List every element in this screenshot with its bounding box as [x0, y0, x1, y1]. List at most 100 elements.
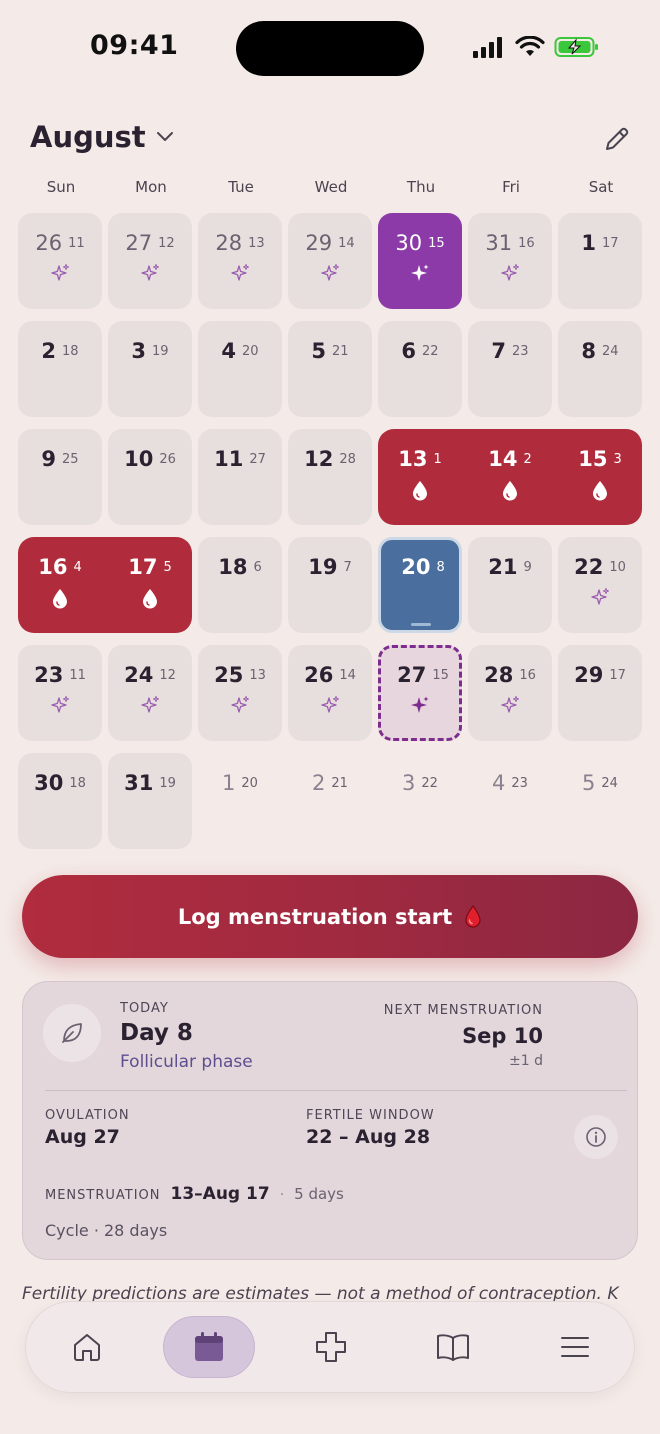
calendar-day[interactable]: 5 24 — [558, 753, 642, 849]
calendar-day[interactable]: 16 4 — [18, 537, 102, 633]
calendar-day[interactable]: 23 11 — [18, 645, 102, 741]
calendar-day[interactable]: 26 14 — [288, 645, 372, 741]
calendar-day[interactable]: 13 1 — [378, 429, 462, 525]
calendar-day[interactable]: 28 16 — [468, 645, 552, 741]
info-button[interactable] — [574, 1115, 618, 1159]
sparkle-icon — [411, 264, 429, 281]
calendar-day[interactable]: 22 10 — [558, 537, 642, 633]
cycle-day-number: 6 — [253, 560, 262, 575]
day-number-group: 19 7 — [288, 555, 372, 579]
calendar-day[interactable]: 3 19 — [108, 321, 192, 417]
day-number: 26 — [35, 231, 63, 255]
day-number-group: 26 14 — [288, 663, 372, 687]
calendar-day[interactable]: 9 25 — [18, 429, 102, 525]
calendar-day[interactable]: 25 13 — [198, 645, 282, 741]
calendar-day[interactable]: 12 28 — [288, 429, 372, 525]
cycle-day-number: 12 — [158, 236, 175, 251]
calendar-day[interactable]: 31 16 — [468, 213, 552, 309]
day-number: 1 — [581, 231, 597, 255]
calendar-day[interactable]: 29 17 — [558, 645, 642, 741]
cycle-day-number: 17 — [609, 668, 626, 683]
tab-home[interactable] — [41, 1316, 133, 1378]
calendar-day[interactable]: 15 3 — [558, 429, 642, 525]
calendar-day[interactable]: 11 27 — [198, 429, 282, 525]
sparkle-icon — [411, 696, 429, 713]
calendar-day[interactable]: 2 21 — [288, 753, 372, 849]
day-number: 2 — [41, 339, 57, 363]
tab-calendar[interactable] — [163, 1316, 255, 1378]
weekday-label: Tue — [228, 178, 254, 196]
day-number-group: 1 20 — [198, 771, 282, 795]
cycle-day-number: 11 — [69, 668, 86, 683]
calendar-day[interactable]: 1 17 — [558, 213, 642, 309]
calendar-day[interactable]: 31 19 — [108, 753, 192, 849]
today-label: TODAY — [120, 1001, 169, 1016]
calendar-day[interactable]: 4 20 — [198, 321, 282, 417]
sparkle-icon — [231, 696, 249, 713]
day-number-group: 9 25 — [18, 447, 102, 471]
calendar-day[interactable]: 4 23 — [468, 753, 552, 849]
leaf-icon — [62, 1023, 82, 1043]
tab-bar — [25, 1301, 635, 1393]
drop-icon — [53, 589, 67, 609]
cycle-day-number: 15 — [432, 668, 449, 683]
day-number: 21 — [488, 555, 518, 579]
day-number-group: 22 10 — [558, 555, 642, 579]
calendar-day[interactable]: 18 6 — [198, 537, 282, 633]
calendar-day[interactable]: 7 23 — [468, 321, 552, 417]
today-indicator — [411, 623, 431, 626]
cycle-day-number: 7 — [343, 560, 352, 575]
cycle-day-number: 3 — [613, 452, 622, 467]
calendar-day[interactable]: 28 13 — [198, 213, 282, 309]
day-number: 12 — [304, 447, 334, 471]
calendar-day[interactable]: 30 15 — [378, 213, 462, 309]
cycle-day-number: 22 — [421, 776, 438, 791]
drop-icon — [503, 481, 517, 501]
day-number-group: 21 9 — [468, 555, 552, 579]
tab-menu[interactable] — [529, 1316, 621, 1378]
calendar-day[interactable]: 27 15 — [378, 645, 462, 741]
log-menstruation-button[interactable]: Log menstruation start — [22, 875, 638, 958]
calendar-day[interactable]: 29 14 — [288, 213, 372, 309]
day-number-group: 25 13 — [198, 663, 282, 687]
month-selector[interactable]: August — [30, 120, 174, 154]
day-number-group: 13 1 — [378, 447, 462, 471]
calendar-day[interactable]: 8 24 — [558, 321, 642, 417]
cycle-day-number: 20 — [242, 344, 259, 359]
cycle-day-number: 21 — [332, 344, 349, 359]
day-number: 29 — [305, 231, 333, 255]
cycle-day-number: 17 — [602, 236, 619, 251]
day-number: 19 — [308, 555, 338, 579]
day-number: 16 — [38, 555, 68, 579]
card-divider — [45, 1090, 627, 1091]
cycle-day-number: 10 — [609, 560, 626, 575]
drop-icon — [593, 481, 607, 501]
calendar-day[interactable]: 6 22 — [378, 321, 462, 417]
calendar-day-today[interactable]: 20 8 — [378, 537, 462, 633]
day-number: 4 — [221, 339, 237, 363]
calendar-day[interactable]: 10 26 — [108, 429, 192, 525]
tab-learn[interactable] — [407, 1316, 499, 1378]
cycle-day-number: 19 — [159, 776, 176, 791]
day-number-group: 16 4 — [18, 555, 102, 579]
calendar-day[interactable]: 2 18 — [18, 321, 102, 417]
plus-icon — [316, 1332, 346, 1362]
calendar-day[interactable]: 5 21 — [288, 321, 372, 417]
calendar-day[interactable]: 17 5 — [108, 537, 192, 633]
cycle-day-number: 19 — [152, 344, 169, 359]
tab-health[interactable] — [285, 1316, 377, 1378]
day-number: 29 — [574, 663, 604, 687]
calendar-day[interactable]: 19 7 — [288, 537, 372, 633]
calendar-day[interactable]: 14 2 — [468, 429, 552, 525]
calendar-day[interactable]: 1 20 — [198, 753, 282, 849]
calendar-day[interactable]: 24 12 — [108, 645, 192, 741]
calendar-day[interactable]: 27 12 — [108, 213, 192, 309]
day-number: 22 — [574, 555, 604, 579]
calendar-day[interactable]: 21 9 — [468, 537, 552, 633]
calendar-day[interactable]: 26 11 — [18, 213, 102, 309]
day-number-group: 31 16 — [468, 231, 552, 255]
edit-button[interactable] — [602, 124, 632, 154]
sparkle-icon — [141, 696, 159, 713]
calendar-day[interactable]: 30 18 — [18, 753, 102, 849]
calendar-day[interactable]: 3 22 — [378, 753, 462, 849]
